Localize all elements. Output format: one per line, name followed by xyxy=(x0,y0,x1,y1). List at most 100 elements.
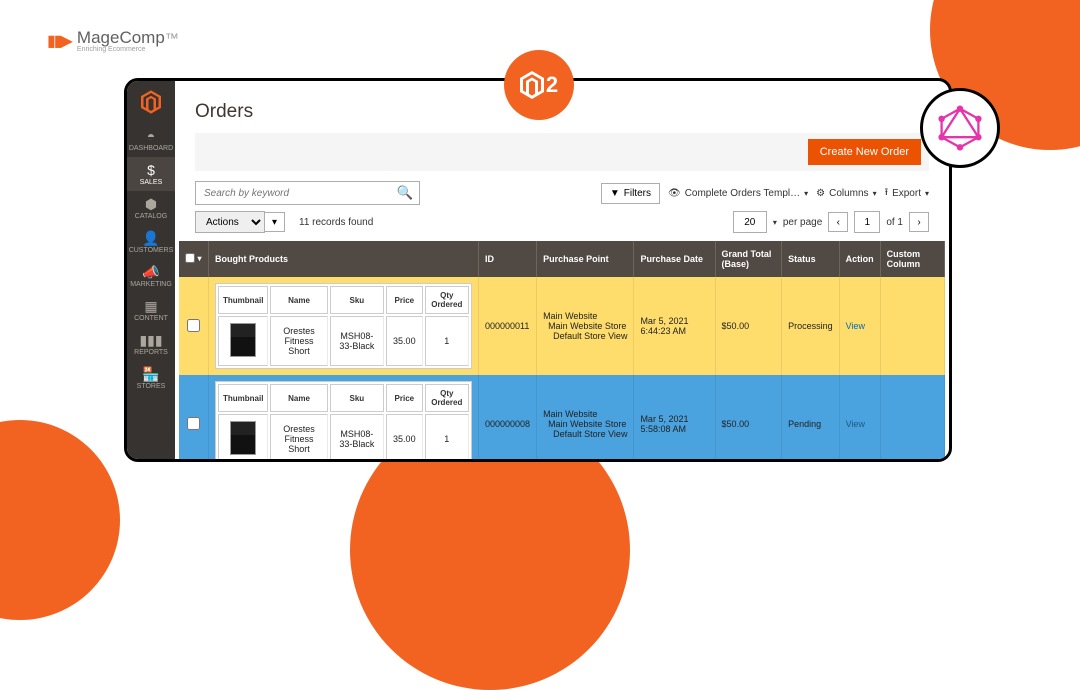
sub-col-qty: Qty Ordered xyxy=(425,384,469,412)
content-area: Orders Create New Order 🔍 ▼Filters 👁Comp… xyxy=(175,81,949,459)
logo-name: MageComp xyxy=(77,28,165,47)
sidebar-label: SALES xyxy=(140,179,163,186)
product-qty: 1 xyxy=(425,316,469,366)
search-icon: 🔍 xyxy=(397,185,414,201)
megaphone-icon: 📣 xyxy=(127,265,175,279)
app-frame: ◓ DASHBOARD $ SALES ⬢ CATALOG 👤CUSTOMERS 📣 M… xyxy=(124,78,952,462)
product-price: 35.00 xyxy=(386,414,423,459)
prev-page-button[interactable]: ‹ xyxy=(828,212,848,232)
sidebar-label: MARKETING xyxy=(130,281,172,288)
sub-col-sku: Sku xyxy=(330,384,384,412)
product-name: Orestes Fitness Short xyxy=(270,316,327,366)
product-sku: MSH08-33-Black xyxy=(330,316,384,366)
sidebar-label: REPORTS xyxy=(134,349,168,356)
col-purchase-point[interactable]: Purchase Point xyxy=(537,241,634,277)
columns-dropdown[interactable]: ⚙ Columns ▾ xyxy=(816,188,876,199)
table-row[interactable]: Thumbnail Name Sku Price Qty Ordered Ore… xyxy=(179,277,945,375)
col-bought-products[interactable]: Bought Products xyxy=(209,241,479,277)
sidebar-item-content[interactable]: ▦CONTENT xyxy=(127,293,175,327)
next-page-button[interactable]: › xyxy=(909,212,929,232)
actions-apply-button[interactable]: ▾ xyxy=(265,212,285,232)
view-order-link[interactable]: View xyxy=(846,321,865,331)
cell-custom xyxy=(881,375,945,459)
cell-grand-total: $50.00 xyxy=(716,277,783,375)
table-row[interactable]: Thumbnail Name Sku Price Qty Ordered Ore… xyxy=(179,375,945,459)
export-dropdown[interactable]: ⭱Export ▾ xyxy=(885,185,929,202)
sidebar-item-sales[interactable]: $ SALES xyxy=(127,157,175,191)
upload-icon: ⭱ xyxy=(885,185,889,202)
bought-products-subgrid: Thumbnail Name Sku Price Qty Ordered Ore… xyxy=(215,283,472,369)
col-custom[interactable]: Custom Column xyxy=(881,241,945,277)
gear-icon: ⚙ xyxy=(816,188,825,199)
filters-label: Filters xyxy=(624,188,651,199)
gauge-icon: ◓ xyxy=(127,129,175,143)
chevron-down-icon: ▾ xyxy=(925,189,929,198)
cell-status: Processing xyxy=(782,277,840,375)
eye-icon: 👁 xyxy=(668,188,681,199)
chart-icon: ▮▮▮ xyxy=(127,333,175,347)
sidebar-item-stores[interactable]: 🏪STORES xyxy=(127,361,175,395)
search-button[interactable]: 🔍 xyxy=(391,182,419,204)
sidebar-item-catalog[interactable]: ⬢ CATALOG xyxy=(127,191,175,225)
chevron-down-icon: ▾ xyxy=(873,189,877,198)
records-found: 11 records found xyxy=(299,217,373,228)
chevron-down-icon: ▾ xyxy=(773,218,777,227)
cell-id: 000000011 xyxy=(479,277,537,375)
sidebar-item-marketing[interactable]: 📣 MARKETING xyxy=(127,259,175,293)
orders-grid: ▾ Bought Products ID Purchase Point Purc… xyxy=(179,241,945,459)
logo-mark-icon: ▮▮▶ xyxy=(47,31,71,51)
cell-status: Pending xyxy=(782,375,840,459)
cell-purchase-point: Main Website Main Website Store Default … xyxy=(537,375,634,459)
logo-tagline: Enriching Ecommerce xyxy=(77,46,179,53)
search-input[interactable] xyxy=(196,182,391,204)
cell-purchase-point: Main Website Main Website Store Default … xyxy=(537,277,634,375)
page-size-input[interactable] xyxy=(733,211,767,233)
sidebar-label: DASHBOARD xyxy=(129,145,173,152)
col-id[interactable]: ID xyxy=(479,241,537,277)
bought-products-subgrid: Thumbnail Name Sku Price Qty Ordered Ore… xyxy=(215,381,472,459)
toolbar: 🔍 ▼ Filters 👁Complete Orders Templ…▾ ⚙ Col… xyxy=(175,181,949,211)
chevron-down-icon: ▾ xyxy=(197,254,201,263)
col-action[interactable]: Action xyxy=(840,241,881,277)
sidebar-item-customers[interactable]: 👤CUSTOMERS xyxy=(127,225,175,259)
graphql-badge-icon xyxy=(920,88,1000,168)
filters-button[interactable]: ▼ Filters xyxy=(601,183,660,204)
dollar-icon: $ xyxy=(127,163,175,177)
select-all-checkbox[interactable] xyxy=(185,253,195,263)
sub-col-name: Name xyxy=(270,286,327,314)
sub-col-qty: Qty Ordered xyxy=(425,286,469,314)
sidebar-label: CATALOG xyxy=(135,213,167,220)
sub-col-thumbnail: Thumbnail xyxy=(218,286,268,314)
view-order-link[interactable]: View xyxy=(846,419,865,429)
create-new-order-button[interactable]: Create New Order xyxy=(808,139,921,165)
export-label: Export xyxy=(892,188,921,199)
layout-icon: ▦ xyxy=(127,299,175,313)
magecomp-logo: ▮▮▶ MageComp™ Enriching Ecommerce xyxy=(47,28,179,53)
sidebar-item-dashboard[interactable]: ◓ DASHBOARD xyxy=(127,123,175,157)
default-view-dropdown[interactable]: 👁Complete Orders Templ…▾ xyxy=(668,188,808,199)
col-grand-total[interactable]: Grand Total (Base) xyxy=(716,241,783,277)
cell-grand-total: $50.00 xyxy=(716,375,783,459)
sidebar-label: STORES xyxy=(137,383,166,390)
funnel-icon: ▼ xyxy=(610,188,620,199)
row-checkbox[interactable] xyxy=(187,417,200,430)
row-checkbox[interactable] xyxy=(187,319,200,332)
page-input[interactable] xyxy=(854,211,880,233)
sub-col-sku: Sku xyxy=(330,286,384,314)
cell-id: 000000008 xyxy=(479,375,537,459)
cell-purchase-date: Mar 5, 2021 5:58:08 AM xyxy=(634,375,715,459)
magento2-badge-icon: 2 xyxy=(504,50,574,120)
actions-select[interactable]: Actions xyxy=(195,211,265,233)
product-qty: 1 xyxy=(425,414,469,459)
sidebar-item-reports[interactable]: ▮▮▮ REPORTS xyxy=(127,327,175,361)
sub-col-price: Price xyxy=(386,286,423,314)
magento-logo-icon xyxy=(127,81,175,123)
sidebar-label: CUSTOMERS xyxy=(129,247,174,254)
columns-label: Columns xyxy=(829,188,868,199)
col-purchase-date[interactable]: Purchase Date xyxy=(634,241,715,277)
chevron-down-icon: ▾ xyxy=(804,189,808,198)
box-icon: ⬢ xyxy=(127,197,175,211)
col-status[interactable]: Status xyxy=(782,241,840,277)
decor-circle xyxy=(0,420,120,620)
cell-purchase-date: Mar 5, 2021 6:44:23 AM xyxy=(634,277,715,375)
